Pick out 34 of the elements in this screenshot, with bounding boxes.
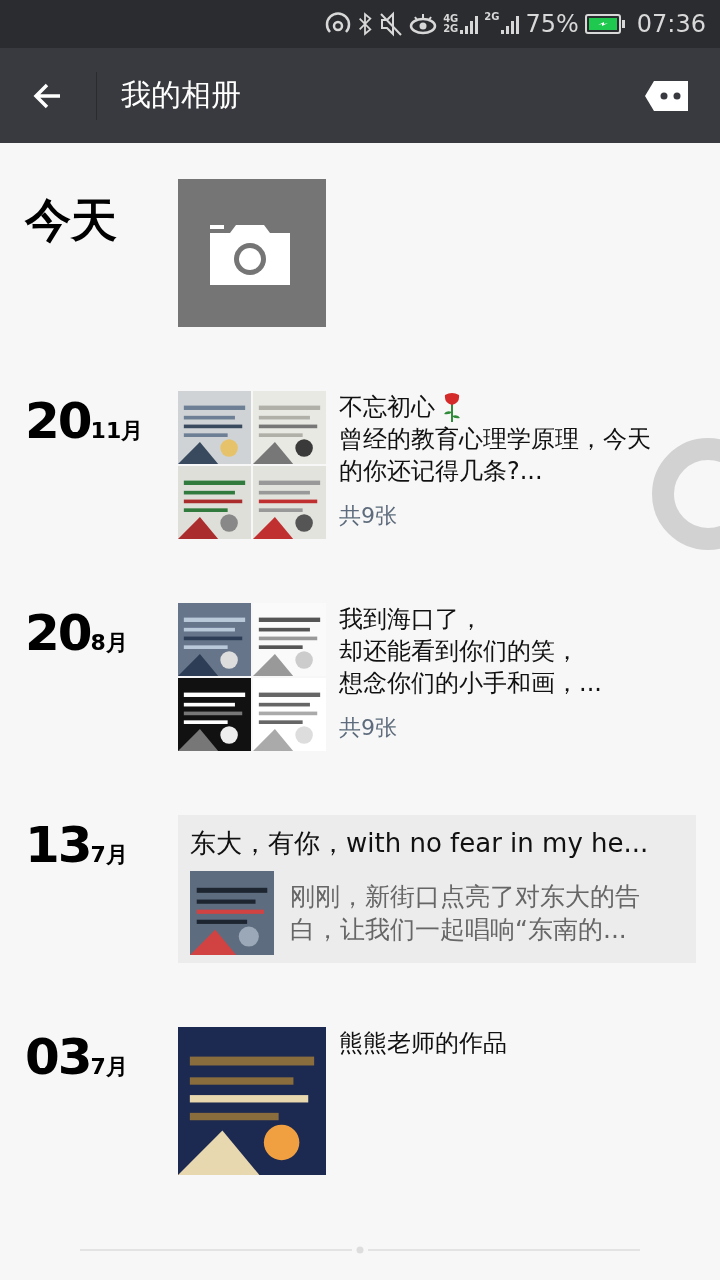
loading-ring-icon bbox=[652, 438, 720, 550]
battery-icon bbox=[584, 11, 625, 37]
post-text: 想念你们的小手和画，... bbox=[339, 668, 603, 699]
link-summary: 刚刚，新街口点亮了对东大的告白，让我们一起唱响“东南的... bbox=[290, 881, 641, 946]
photo-count: 共9张 bbox=[339, 714, 398, 742]
date-month: 11月 bbox=[90, 417, 144, 445]
date-month: 7月 bbox=[90, 841, 128, 869]
network-label: 2G bbox=[484, 12, 500, 22]
date-month: 7月 bbox=[90, 1053, 128, 1081]
date-day: 03 bbox=[25, 1033, 91, 1081]
camera-button[interactable] bbox=[178, 179, 326, 327]
clock: 07:36 bbox=[636, 10, 706, 38]
mute-icon bbox=[379, 11, 404, 37]
date-today: 今天 bbox=[25, 192, 117, 249]
more-options-icon[interactable] bbox=[644, 78, 690, 113]
date-day: 13 bbox=[25, 821, 91, 869]
post-text: 熊熊老师的作品 bbox=[339, 1028, 508, 1059]
page-title: 我的相册 bbox=[121, 76, 242, 114]
post-text: 我到海口了， bbox=[339, 604, 484, 635]
eye-icon bbox=[409, 11, 438, 37]
date-day: 20 bbox=[25, 397, 91, 445]
network-label: 2G bbox=[443, 24, 459, 34]
bluetooth-icon bbox=[357, 11, 374, 37]
date-day: 20 bbox=[25, 609, 91, 657]
network-label: 4G bbox=[443, 14, 459, 24]
post-text: 却还能看到你们的笑， bbox=[339, 636, 580, 667]
post-text: 曾经的教育心理学原理，今天的你还记得几条?... bbox=[339, 424, 652, 487]
signal-icon bbox=[460, 13, 479, 35]
post-text: 不忘初心 bbox=[339, 392, 435, 423]
photo-count: 共9张 bbox=[339, 502, 398, 530]
shared-link-card[interactable]: 东大，有你，with no fear in my he... 刚刚，新街口点亮了对东大的告白，让我们一起唱响“东南的... bbox=[178, 815, 696, 963]
date-month: 8月 bbox=[90, 629, 128, 657]
battery-percentage: 75% bbox=[525, 10, 579, 38]
link-title: 东大，有你，with no fear in my he... bbox=[190, 827, 650, 860]
